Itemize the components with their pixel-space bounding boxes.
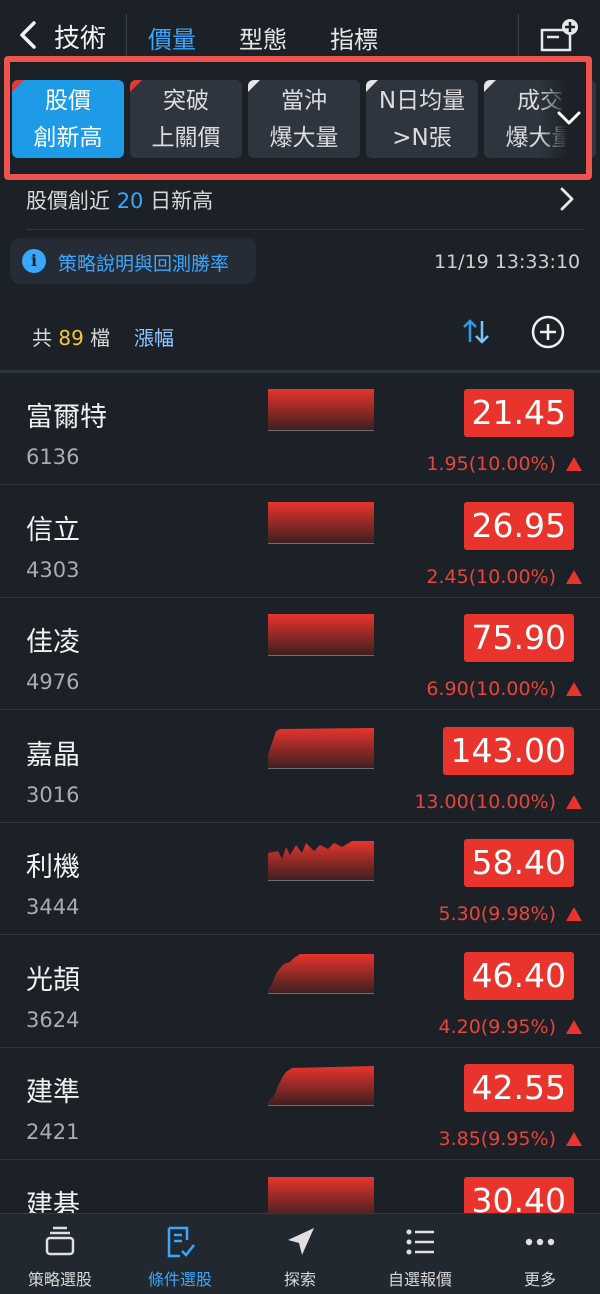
info-icon: i: [22, 249, 46, 273]
nav-strategy-picker[interactable]: 策略選股: [0, 1214, 120, 1294]
desc-days: 20: [116, 189, 144, 213]
nav-more[interactable]: 更多: [480, 1214, 600, 1294]
stock-row[interactable]: 富爾特 6136 21.45 1.95(10.00%): [0, 373, 600, 485]
stock-row[interactable]: 嘉晶 3016 143.00 13.00(10.00%): [0, 711, 600, 823]
stock-name: 光頡: [26, 964, 80, 996]
tab-pattern[interactable]: 型態: [239, 20, 287, 55]
stock-price: 58.40: [463, 839, 574, 887]
stock-row[interactable]: 利機 3444 58.40 5.30(9.98%): [0, 823, 600, 935]
stock-change: 2.45(10.00%): [426, 565, 556, 588]
list-icon: [402, 1224, 438, 1260]
stock-code: 3016: [26, 782, 80, 807]
intraday-sparkline: [268, 614, 374, 656]
intraday-sparkline: [268, 1176, 374, 1219]
tab-price-volume[interactable]: 價量: [148, 20, 196, 55]
stock-row[interactable]: 光頡 3624 46.40 4.20(9.95%): [0, 936, 600, 1048]
stock-row[interactable]: 信立 4303 26.95 2.45(10.00%): [0, 486, 600, 598]
stock-name: 嘉晶: [26, 739, 80, 771]
stock-price: 42.55: [463, 1064, 574, 1112]
stock-code: 4976: [26, 670, 80, 694]
up-triangle-icon: [566, 907, 582, 921]
stock-name: 信立: [26, 514, 80, 546]
count-suffix: 檔: [90, 326, 111, 350]
stock-code: 4303: [26, 557, 80, 582]
intraday-sparkline: [268, 953, 374, 994]
up-triangle-icon: [566, 794, 582, 809]
stock-price: 143.00: [442, 726, 574, 775]
stock-price: 26.95: [463, 501, 574, 550]
stock-row[interactable]: 佳凌 4976 75.90 6.90(10.00%): [0, 598, 600, 710]
layers-icon: [42, 1224, 78, 1260]
add-watchlist-icon[interactable]: [540, 18, 580, 54]
nav-label: 更多: [523, 1270, 556, 1289]
nav-explore[interactable]: 探索: [240, 1214, 360, 1294]
page-title: 技術: [54, 24, 107, 54]
nav-watchlist[interactable]: 自選報價: [360, 1214, 480, 1294]
nav-label: 探索: [283, 1270, 316, 1289]
stock-price: 21.45: [463, 389, 574, 437]
navigate-icon: [282, 1224, 318, 1260]
stock-code: 6136: [26, 445, 80, 469]
stock-code: 3624: [26, 1007, 80, 1032]
more-icon: [522, 1224, 558, 1260]
chevron-right-icon[interactable]: [556, 186, 578, 212]
divider: [26, 229, 584, 230]
up-triangle-icon: [566, 1019, 582, 1034]
sort-field-label[interactable]: 漲幅: [134, 322, 174, 351]
up-triangle-icon: [566, 682, 582, 696]
add-circle-icon[interactable]: [530, 314, 566, 350]
nav-label: 自選報價: [387, 1270, 452, 1289]
stock-code: 2421: [26, 1120, 80, 1144]
stock-change: 4.20(9.95%): [438, 1015, 557, 1038]
nav-label: 策略選股: [27, 1270, 92, 1289]
stock-name: 富爾特: [26, 402, 107, 433]
checklist-icon: [162, 1224, 198, 1260]
sort-toggle-icon[interactable]: [460, 316, 492, 348]
stock-name: 建準: [26, 1077, 80, 1108]
intraday-sparkline: [268, 727, 374, 769]
info-label: 策略說明與回測勝率: [58, 253, 230, 275]
strategy-description[interactable]: 股價創近 20 日新高: [26, 185, 213, 215]
stock-name: 利機: [26, 852, 80, 883]
up-triangle-icon: [566, 457, 582, 471]
desc-prefix: 股價創近: [26, 189, 110, 213]
intraday-sparkline: [268, 1066, 374, 1106]
stock-change: 6.90(10.00%): [426, 678, 556, 700]
result-count: 共 89 檔: [32, 322, 110, 351]
intraday-sparkline: [268, 501, 374, 544]
intraday-sparkline: [268, 389, 374, 431]
up-triangle-icon: [566, 1132, 582, 1146]
stock-code: 3444: [26, 895, 80, 919]
count-prefix: 共: [32, 326, 52, 350]
intraday-sparkline: [268, 841, 374, 881]
stock-name: 佳凌: [26, 627, 80, 658]
update-timestamp: 11/19 13:33:10: [434, 251, 581, 273]
stock-change: 5.30(9.98%): [438, 903, 557, 925]
nav-label: 條件選股: [147, 1270, 212, 1289]
stock-change: 1.95(10.00%): [426, 453, 556, 475]
stock-row[interactable]: 建準 2421 42.55 3.85(9.95%): [0, 1048, 600, 1160]
tab-indicator[interactable]: 指標: [330, 20, 378, 55]
highlight-box: [4, 56, 592, 180]
up-triangle-icon: [566, 569, 582, 584]
desc-suffix: 日新高: [150, 189, 214, 213]
stock-price: 46.40: [463, 951, 574, 1000]
strategy-info-button[interactable]: i 策略說明與回測勝率: [10, 238, 256, 284]
stock-change: 3.85(9.95%): [438, 1128, 557, 1150]
divider: [518, 14, 519, 58]
stock-price: 75.90: [463, 614, 574, 662]
divider: [126, 14, 127, 58]
stock-change: 13.00(10.00%): [414, 790, 556, 813]
nav-condition-picker[interactable]: 條件選股: [120, 1214, 240, 1294]
back-arrow-icon[interactable]: [12, 18, 46, 52]
count-value: 89: [58, 326, 84, 350]
bottom-nav: 策略選股 條件選股 探索 自選報價 更多: [0, 1213, 600, 1294]
